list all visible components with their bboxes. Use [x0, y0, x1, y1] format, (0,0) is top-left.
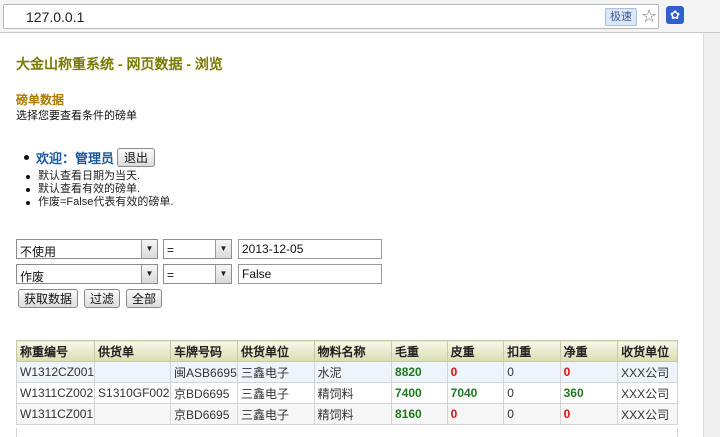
filter-operator-value: = — [167, 243, 175, 257]
vertical-scrollbar[interactable] — [703, 33, 720, 437]
cell-material: 精饲料 — [313, 382, 393, 404]
welcome-row: 欢迎：管理员 退出 — [24, 147, 156, 167]
bullet-icon — [24, 154, 29, 160]
table-header-row: 称重编号 供货单 车牌号码 供货单位 物料名称 毛重 皮重 扣重 净重 收货单位 — [15, 340, 678, 362]
note-item: 默认查看日期为当天. — [26, 170, 173, 183]
cell-net-weight: 360 — [559, 382, 619, 404]
filter-operator-select[interactable]: = ▼ — [163, 239, 232, 259]
cell-receiver: XXX公司 — [617, 403, 678, 425]
page-title: 大金山称重系统 - 网页数据 - 浏览 — [16, 56, 223, 72]
cell-gross-weight: 7400 — [391, 382, 448, 404]
filter-value-input[interactable] — [238, 239, 382, 259]
column-header[interactable]: 称重编号 — [15, 340, 96, 362]
table-footer — [16, 428, 678, 437]
cell-tare-weight: 0 — [446, 403, 505, 425]
speed-mode-button[interactable]: 极速 — [605, 8, 637, 26]
cell-receiver: XXX公司 — [617, 361, 678, 383]
action-buttons: 获取数据 过滤 全部 — [18, 289, 163, 308]
section-description: 选择您要查看条件的磅单 — [16, 110, 137, 122]
column-header[interactable]: 物料名称 — [313, 340, 393, 362]
weighing-table: 称重编号 供货单 车牌号码 供货单位 物料名称 毛重 皮重 扣重 净重 收货单位… — [15, 340, 678, 425]
cell-tare-weight: 7040 — [446, 382, 505, 404]
cell-net-weight: 0 — [559, 361, 619, 383]
cell-supply-order — [94, 361, 172, 383]
url-field[interactable]: 127.0.0.1 极速 ☆ — [3, 4, 659, 29]
chevron-down-icon[interactable]: ▼ — [141, 240, 157, 258]
cell-plate: 京BD6695 — [170, 382, 239, 404]
bookmark-star-icon[interactable]: ☆ — [641, 6, 657, 26]
filter-field-value: 作废 — [20, 270, 45, 284]
filter-field-select[interactable]: 作废 ▼ — [16, 264, 158, 284]
cell-deduction: 0 — [503, 361, 561, 383]
cell-supplier: 三鑫电子 — [237, 382, 315, 404]
cell-tare-weight: 0 — [446, 361, 505, 383]
page-content: 大金山称重系统 - 网页数据 - 浏览 磅单数据 选择您要查看条件的磅单 欢迎：… — [0, 34, 703, 437]
cell-deduction: 0 — [503, 403, 561, 425]
chevron-down-icon[interactable]: ▼ — [215, 265, 231, 283]
column-header[interactable]: 毛重 — [391, 340, 448, 362]
column-header[interactable]: 皮重 — [446, 340, 505, 362]
notes-list: 默认查看日期为当天. 默认查看有效的磅单. 作废=False代表有效的磅单. — [26, 170, 173, 209]
filter-field-value: 不使用 — [20, 245, 57, 259]
browser-address-bar: 127.0.0.1 极速 ☆ ✿ — [0, 0, 720, 33]
table-row[interactable]: W1312CZ001 闽ASB6695 三鑫电子 水泥 8820 0 0 0 X… — [15, 361, 678, 383]
table-row[interactable]: W1311CZ002 S1310GF002 京BD6695 三鑫电子 精饲料 7… — [15, 382, 678, 404]
section-title: 磅单数据 — [16, 93, 65, 107]
logout-button[interactable]: 退出 — [117, 147, 156, 167]
cell-deduction: 0 — [503, 382, 561, 404]
column-header[interactable]: 扣重 — [503, 340, 561, 362]
cell-material: 水泥 — [313, 361, 393, 383]
cell-supply-order — [94, 403, 172, 425]
url-text: 127.0.0.1 — [26, 9, 85, 25]
cell-supplier: 三鑫电子 — [237, 403, 315, 425]
note-item: 作废=False代表有效的磅单. — [26, 196, 173, 209]
note-item: 默认查看有效的磅单. — [26, 183, 173, 196]
cell-gross-weight: 8820 — [391, 361, 448, 383]
table-row[interactable]: W1311CZ001 京BD6695 三鑫电子 精饲料 8160 0 0 0 X… — [15, 403, 678, 425]
cell-material: 精饲料 — [313, 403, 393, 425]
filter-value-input[interactable] — [238, 264, 382, 284]
cell-weigh-id: W1311CZ001 — [15, 403, 96, 425]
welcome-text: 欢迎：管理员 — [36, 150, 115, 166]
cell-receiver: XXX公司 — [617, 382, 678, 404]
column-header[interactable]: 收货单位 — [617, 340, 678, 362]
show-all-button[interactable]: 全部 — [126, 289, 163, 308]
filter-operator-value: = — [167, 268, 175, 282]
extension-paw-icon[interactable]: ✿ — [666, 6, 684, 24]
filter-field-select[interactable]: 不使用 ▼ — [16, 239, 158, 259]
column-header[interactable]: 供货单位 — [237, 340, 315, 362]
column-header[interactable]: 净重 — [559, 340, 619, 362]
cell-plate: 京BD6695 — [170, 403, 239, 425]
cell-weigh-id: W1311CZ002 — [15, 382, 96, 404]
cell-supply-order: S1310GF002 — [94, 382, 172, 404]
column-header[interactable]: 供货单 — [94, 340, 172, 362]
filter-button[interactable]: 过滤 — [84, 289, 121, 308]
chevron-down-icon[interactable]: ▼ — [141, 265, 157, 283]
chevron-down-icon[interactable]: ▼ — [215, 240, 231, 258]
filter-operator-select[interactable]: = ▼ — [163, 264, 232, 284]
cell-net-weight: 0 — [559, 403, 619, 425]
column-header[interactable]: 车牌号码 — [170, 340, 239, 362]
cell-plate: 闽ASB6695 — [170, 361, 239, 383]
fetch-data-button[interactable]: 获取数据 — [18, 289, 79, 308]
cell-supplier: 三鑫电子 — [237, 361, 315, 383]
cell-gross-weight: 8160 — [391, 403, 448, 425]
cell-weigh-id: W1312CZ001 — [15, 361, 96, 383]
